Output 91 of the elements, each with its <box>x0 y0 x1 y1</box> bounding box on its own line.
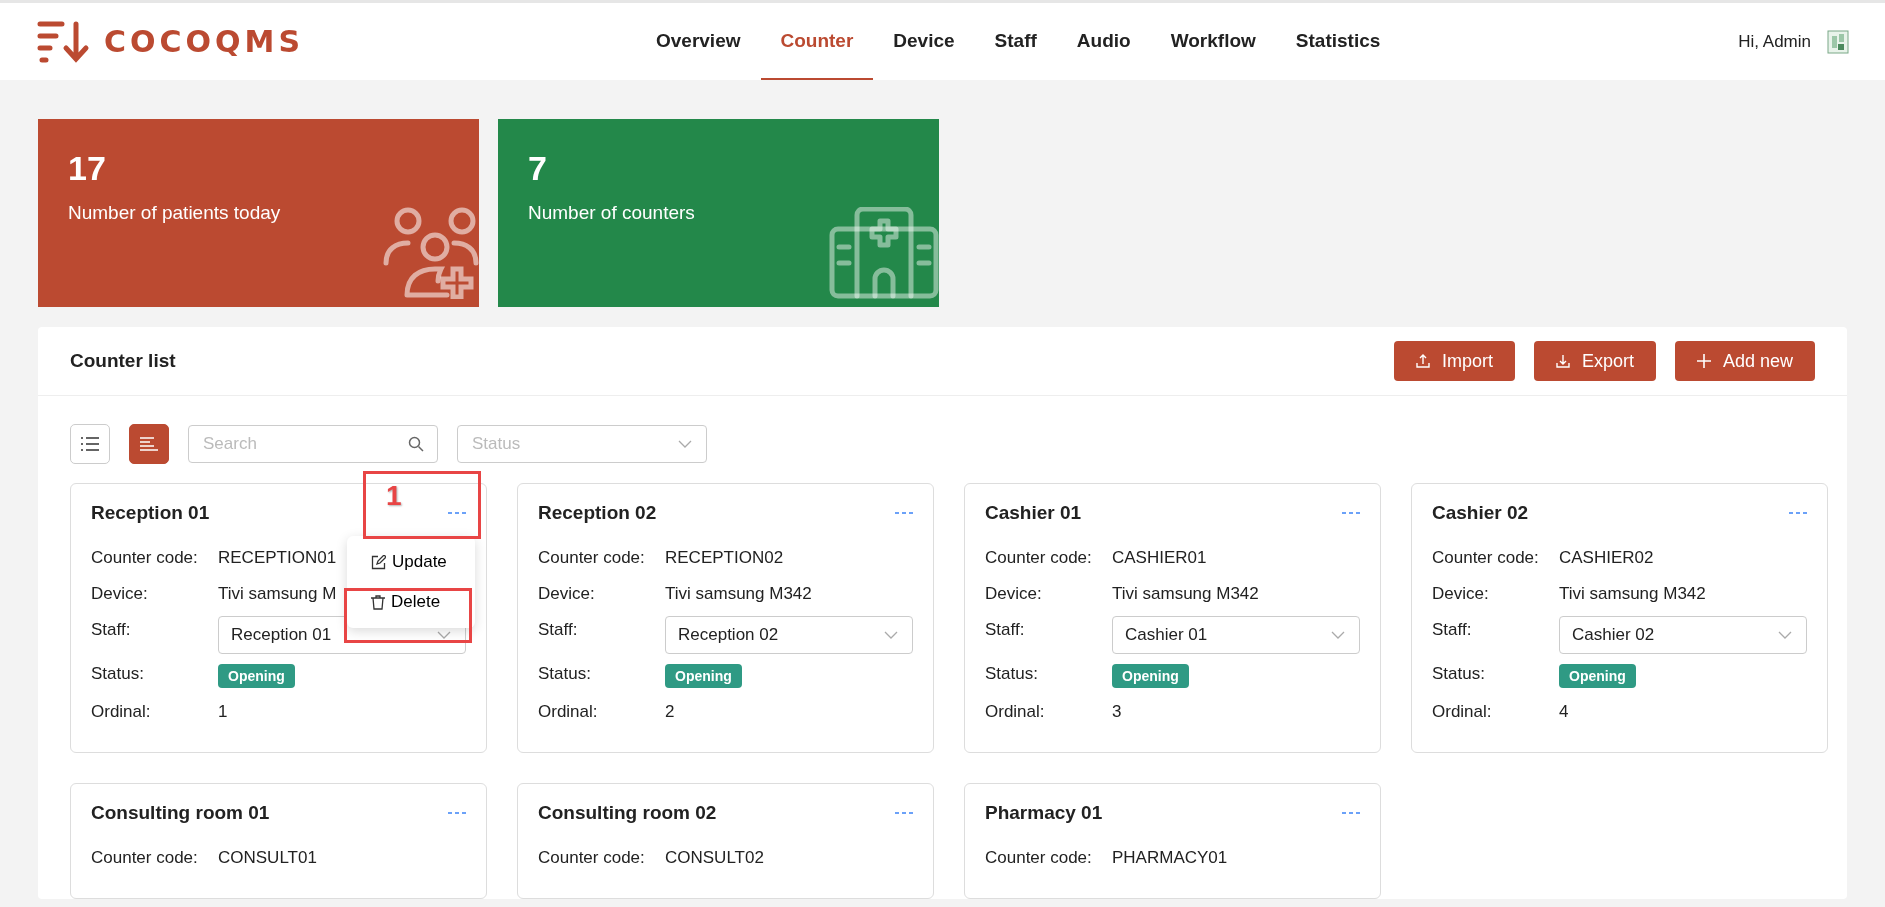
search-icon <box>408 436 424 452</box>
field-value: Tivi samsung M342 <box>1559 584 1706 604</box>
staff-dropdown[interactable]: Cashier 01 <box>1112 616 1360 654</box>
stat-label: Number of patients today <box>68 202 282 224</box>
field-label: Staff: <box>1432 620 1473 640</box>
logo-icon <box>36 19 90 64</box>
field-label: Staff: <box>538 620 579 640</box>
nav-tab[interactable]: Statistics <box>1275 3 1401 80</box>
field-value: Tivi samsung M <box>218 584 337 604</box>
stat-value: 17 <box>68 149 107 188</box>
field-label: Counter code: <box>538 848 646 868</box>
field-value: CONSULT02 <box>665 848 764 868</box>
nav-tab[interactable]: Overview <box>636 3 761 80</box>
chevron-down-icon <box>678 440 692 448</box>
field-label: Staff: <box>91 620 132 640</box>
field-label: Counter code: <box>985 848 1093 868</box>
field-label: Status: <box>91 664 145 684</box>
card-title: Cashier 01 <box>985 502 1082 524</box>
field-label: Counter code: <box>1432 548 1540 568</box>
field-label: Counter code: <box>538 548 646 568</box>
nav-tab[interactable]: Device <box>873 3 975 80</box>
card-title: Reception 02 <box>538 502 657 524</box>
card-title: Consulting room 02 <box>538 802 717 824</box>
download-icon <box>1555 354 1570 368</box>
field-value: PHARMACY01 <box>1112 848 1228 868</box>
field-label: Ordinal: <box>985 702 1046 722</box>
field-label: Counter code: <box>91 848 199 868</box>
nav-tab[interactable]: Audio <box>1056 3 1151 80</box>
field-label: Staff: <box>985 620 1026 640</box>
staff-dropdown[interactable]: Cashier 02 <box>1559 616 1807 654</box>
hospital-building-icon <box>829 207 939 299</box>
status-badge: Opening <box>1559 664 1636 688</box>
card-view-button[interactable] <box>129 424 169 464</box>
logo-text: COCOQMS <box>104 24 304 59</box>
greeting: Hi, Admin <box>1738 31 1811 52</box>
trash-icon <box>371 594 385 610</box>
field-label: Counter code: <box>985 548 1093 568</box>
field-label: Status: <box>538 664 592 684</box>
card-title: Reception 01 <box>91 502 210 524</box>
list-icon <box>81 437 99 451</box>
field-value: CASHIER01 <box>1112 548 1207 568</box>
field-value: CONSULT01 <box>218 848 317 868</box>
nav-tab[interactable]: Staff <box>974 3 1057 80</box>
status-badge: Opening <box>218 664 295 688</box>
field-label: Ordinal: <box>91 702 152 722</box>
field-label: Device: <box>985 584 1043 604</box>
card-title: Cashier 02 <box>1432 502 1529 524</box>
field-label: Status: <box>1432 664 1486 684</box>
field-value: CASHIER02 <box>1559 548 1654 568</box>
avatar-icon[interactable] <box>1827 29 1849 54</box>
field-value: Tivi samsung M342 <box>665 584 812 604</box>
edit-icon <box>371 554 386 570</box>
menu-item[interactable]: Update <box>347 542 475 582</box>
chevron-down-icon <box>437 631 451 639</box>
chevron-down-icon <box>884 631 898 639</box>
field-value: 4 <box>1559 702 1569 722</box>
field-value: RECEPTION02 <box>665 548 784 568</box>
nav-tab[interactable]: Counter <box>760 3 874 80</box>
chevron-down-icon <box>1331 631 1345 639</box>
field-label: Ordinal: <box>538 702 599 722</box>
people-plus-icon <box>383 207 479 299</box>
chevron-down-icon <box>1778 631 1792 639</box>
export-button[interactable]: Export <box>1533 341 1656 381</box>
field-label: Device: <box>91 584 149 604</box>
upload-icon <box>1415 354 1430 368</box>
status-badge: Opening <box>1112 664 1189 688</box>
field-label: Counter code: <box>91 548 199 568</box>
field-value: RECEPTION01 <box>218 548 337 568</box>
plus-icon <box>1696 354 1711 368</box>
field-value: 3 <box>1112 702 1122 722</box>
field-value: 1 <box>218 702 228 722</box>
staff-dropdown[interactable]: Reception 02 <box>665 616 913 654</box>
field-value: Tivi samsung M342 <box>1112 584 1259 604</box>
nav-tab[interactable]: Workflow <box>1150 3 1276 80</box>
panel-title: Counter list <box>70 350 176 372</box>
field-label: Device: <box>1432 584 1490 604</box>
card-title: Pharmacy 01 <box>985 802 1103 824</box>
align-left-icon <box>140 437 158 451</box>
field-value: 2 <box>665 702 675 722</box>
step-number: 1 <box>386 480 402 512</box>
field-label: Ordinal: <box>1432 702 1493 722</box>
search-field[interactable]: Search <box>188 425 438 463</box>
card-title: Consulting room 01 <box>91 802 270 824</box>
field-label: Device: <box>538 584 596 604</box>
import-button[interactable]: Import <box>1393 341 1515 381</box>
add-button[interactable]: Add new <box>1674 341 1815 381</box>
field-label: Status: <box>985 664 1039 684</box>
stat-label: Number of counters <box>528 202 696 224</box>
list-view-button[interactable] <box>70 424 110 464</box>
stat-value: 7 <box>528 149 548 188</box>
status-badge: Opening <box>665 664 742 688</box>
